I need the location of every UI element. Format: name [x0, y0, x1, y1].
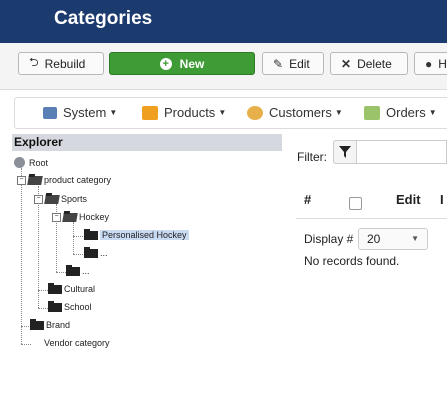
column-header-next[interactable]: I — [440, 192, 444, 207]
tree-connector — [38, 290, 48, 291]
tree-node-cultural[interactable]: Cultural — [48, 282, 96, 294]
users-icon — [247, 105, 263, 120]
collapse-toggle-icon[interactable]: − — [17, 175, 26, 185]
tree-node-hockey-more[interactable]: ... — [84, 246, 108, 258]
tree-node-sports-more[interactable]: ... — [66, 264, 90, 276]
folder-open-icon — [62, 212, 78, 222]
tree-node-label: Root — [29, 157, 49, 168]
menu-item-label: Products — [164, 105, 216, 120]
tree-node-label: Sports — [61, 194, 88, 204]
collapse-toggle-icon[interactable]: − — [34, 194, 43, 204]
tree-node-brand[interactable]: Brand — [30, 318, 71, 330]
help-icon: ● — [425, 56, 433, 71]
folder-icon — [48, 300, 62, 312]
folder-open-icon — [27, 175, 43, 185]
table-divider — [296, 218, 447, 219]
menu-item-products[interactable]: Products ▼ — [142, 105, 226, 120]
column-header-number[interactable]: # — [304, 192, 311, 207]
select-all-checkbox[interactable] — [349, 197, 362, 210]
explorer-heading: Explorer — [12, 134, 282, 151]
edit-icon: ✎ — [273, 56, 284, 71]
display-count-label: Display # — [304, 232, 354, 246]
delete-button[interactable]: ✕ Delete — [330, 52, 408, 75]
caret-down-icon: ▼ — [428, 108, 437, 117]
rebuild-label: Rebuild — [44, 56, 86, 71]
tree-node-label: Personalised Hockey — [100, 230, 189, 240]
tree-node-label: Vendor category — [44, 338, 110, 348]
tree-node-root[interactable]: Root — [14, 157, 48, 168]
folder-icon — [84, 246, 98, 258]
box-icon — [142, 105, 158, 120]
tree-node-sports[interactable]: − Sports — [34, 194, 87, 204]
caret-down-icon: ▼ — [109, 108, 118, 117]
caret-down-icon: ▼ — [218, 108, 227, 117]
wrench-icon — [43, 106, 57, 119]
menu-item-customers[interactable]: Customers ▼ — [247, 105, 343, 120]
new-label: New — [179, 56, 205, 71]
plus-icon: + — [159, 57, 172, 70]
tree-connector — [56, 272, 66, 273]
rebuild-icon: ⮌ — [29, 55, 39, 69]
tree-node-vendor-category[interactable]: Vendor category — [30, 338, 110, 348]
tree-node-school[interactable]: School — [48, 300, 92, 312]
tree-node-product-category[interactable]: − product category — [17, 175, 111, 185]
help-button[interactable]: ● H — [414, 52, 447, 75]
tree-node-label: Brand — [46, 320, 71, 330]
menu-item-label: Customers — [269, 105, 332, 120]
tree-node-hockey[interactable]: − Hockey — [52, 212, 109, 222]
funnel-icon — [339, 146, 351, 158]
edit-button[interactable]: ✎ Edit — [262, 52, 324, 75]
tree-node-label: School — [64, 302, 92, 312]
menu-item-label: System — [63, 105, 107, 120]
folder-icon — [84, 228, 98, 240]
new-button[interactable]: + New — [109, 52, 255, 75]
caret-down-icon: ▼ — [334, 108, 343, 117]
tree-connector — [38, 308, 48, 309]
delete-label: Delete — [357, 56, 392, 71]
collapse-toggle-icon[interactable]: − — [52, 212, 61, 222]
tree-connector — [21, 168, 22, 344]
filter-label: Filter: — [297, 150, 327, 164]
help-label: H — [438, 56, 447, 71]
folder-icon — [66, 264, 80, 276]
main-menu-bar: System ▼ Products ▼ Customers ▼ Orders ▼ — [14, 97, 447, 129]
edit-label: Edit — [289, 56, 310, 71]
tree-connector — [73, 222, 74, 254]
menu-item-system[interactable]: System ▼ — [43, 105, 117, 120]
tree-node-label: Cultural — [64, 284, 96, 294]
menu-item-label: Orders — [386, 105, 426, 120]
tree-node-personalised-hockey[interactable]: Personalised Hockey — [84, 228, 189, 240]
filter-input[interactable] — [357, 140, 447, 164]
clipboard-icon — [364, 105, 380, 120]
page-title: Categories — [54, 8, 153, 29]
tree-node-label: ... — [100, 248, 108, 258]
tree-node-label: product category — [44, 175, 112, 185]
tree-node-label: ... — [82, 266, 90, 276]
column-header-edit[interactable]: Edit — [396, 192, 421, 207]
folder-icon — [30, 318, 44, 330]
display-count-value: 20 — [367, 232, 381, 246]
close-icon: ✕ — [341, 56, 352, 71]
folder-icon — [48, 282, 62, 294]
tree-node-label: Hockey — [79, 212, 110, 222]
empty-message: No records found. — [304, 254, 400, 268]
chevron-down-icon: ▼ — [411, 234, 419, 243]
menu-item-orders[interactable]: Orders ▼ — [364, 105, 437, 120]
toolbar: ⮌ Rebuild + New ✎ Edit ✕ Delete ● H — [0, 43, 447, 90]
rebuild-button[interactable]: ⮌ Rebuild — [18, 52, 104, 75]
folder-open-icon — [44, 194, 60, 204]
display-count-select[interactable]: 20 ▼ — [358, 228, 428, 250]
header-bar: Categories — [0, 0, 447, 43]
globe-icon — [14, 157, 25, 168]
filter-button[interactable] — [333, 140, 357, 164]
